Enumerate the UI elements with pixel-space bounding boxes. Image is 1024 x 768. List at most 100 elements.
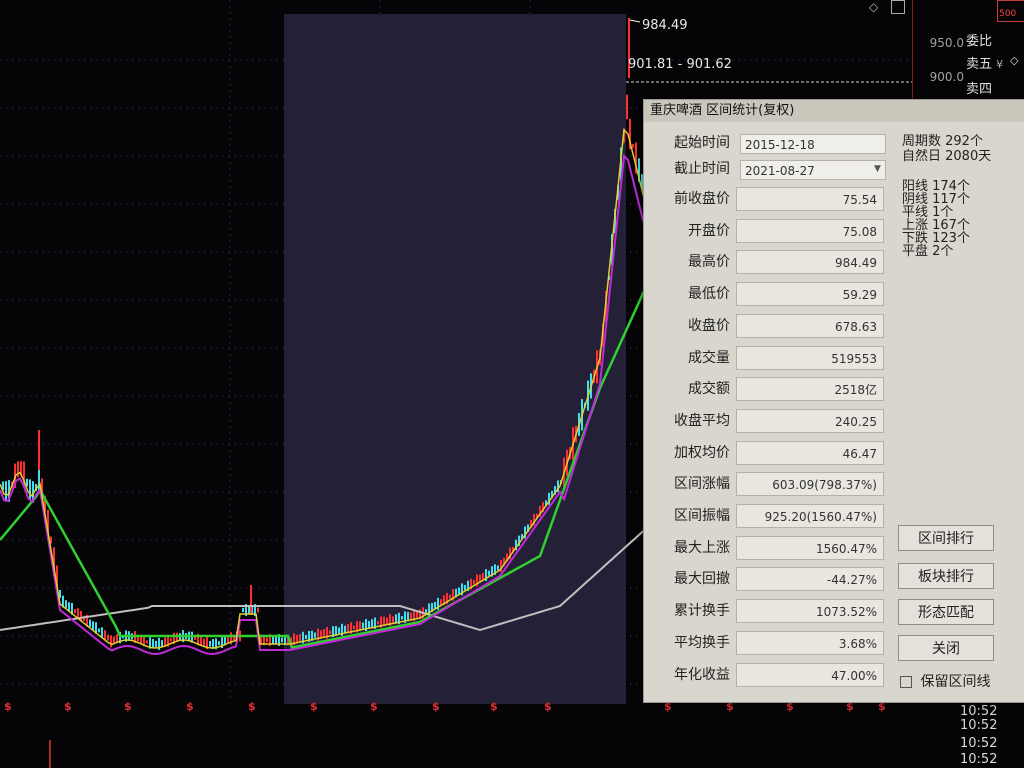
sector-rank-button[interactable]: 板块排行 xyxy=(898,563,994,589)
candle xyxy=(5,481,7,502)
field-label: 成交额 xyxy=(688,381,730,398)
flat-days: 平盘 2个 xyxy=(902,244,954,259)
candle xyxy=(464,584,466,591)
row-label-ask4: 卖四 xyxy=(966,82,993,97)
diamond-icon[interactable]: ◇ xyxy=(869,0,883,14)
field-label: 最高价 xyxy=(688,254,730,271)
period-count: 周期数 292个 xyxy=(902,134,983,149)
field-value: 519553 xyxy=(736,345,884,370)
dropdown-arrow-icon[interactable]: ▼ xyxy=(874,164,881,174)
ask-price-2: 900.0 xyxy=(929,70,964,84)
time-label: 10:52 xyxy=(960,752,998,767)
dialog-title: 重庆啤酒 区间统计(复权) xyxy=(644,100,1024,122)
field-value: 240.25 xyxy=(736,408,884,433)
row-label-ratio: 委比 xyxy=(966,34,993,49)
candle xyxy=(296,634,298,643)
candle xyxy=(203,638,205,646)
candle xyxy=(38,430,40,470)
field-label: 年化收益 xyxy=(674,666,730,683)
candle xyxy=(488,570,490,576)
candle xyxy=(305,634,307,640)
field-label: 开盘价 xyxy=(688,222,730,239)
close-button[interactable]: 关闭 xyxy=(898,635,994,661)
field-label: 区间涨幅 xyxy=(674,476,730,493)
candle xyxy=(29,479,31,501)
interval-selection xyxy=(284,14,626,704)
candle xyxy=(353,625,355,630)
candle xyxy=(314,632,316,638)
candle xyxy=(209,640,211,647)
candle xyxy=(320,630,322,638)
field-label: 平均换手 xyxy=(674,634,730,651)
candle xyxy=(257,607,259,613)
field-value: 1073.52% xyxy=(736,599,884,624)
candle xyxy=(98,628,100,633)
candle xyxy=(107,634,109,641)
field-label: 成交量 xyxy=(688,349,730,366)
candle xyxy=(344,625,346,633)
end-time-field[interactable]: 2021-08-27 xyxy=(740,160,886,180)
volume-bar-marker: $ xyxy=(64,700,72,713)
field-label: 累计换手 xyxy=(674,603,730,620)
volume-bar-marker: $ xyxy=(544,700,552,713)
interval-rank-button[interactable]: 区间排行 xyxy=(898,525,994,551)
field-label: 前收盘价 xyxy=(674,191,730,207)
field-value: 46.47 xyxy=(736,440,884,465)
field-value: 3.68% xyxy=(736,630,884,655)
scroll-up-icon[interactable]: ◇ xyxy=(1010,54,1022,68)
field-value: 59.29 xyxy=(736,282,884,307)
candle xyxy=(416,611,418,618)
checkbox-label: 保留区间线 xyxy=(920,674,991,690)
candle xyxy=(440,599,442,605)
candle xyxy=(392,616,394,623)
candle xyxy=(632,144,634,148)
row-label-ask5: 卖五 xyxy=(966,57,993,72)
window-icon[interactable] xyxy=(891,0,905,14)
field-value: 678.63 xyxy=(736,313,884,338)
volume-bar-marker: $ xyxy=(4,700,12,713)
candle xyxy=(38,466,40,492)
candle xyxy=(410,612,412,620)
checkbox-box[interactable] xyxy=(900,676,912,688)
candle xyxy=(338,627,340,634)
field-value: 603.09(798.37%) xyxy=(736,472,884,497)
candle xyxy=(242,607,244,613)
candle xyxy=(281,637,283,643)
volume-bar-marker: $ xyxy=(490,700,498,713)
keep-interval-line-checkbox[interactable]: 保留区间线 xyxy=(900,671,990,691)
candle xyxy=(74,609,76,614)
field-value: 75.54 xyxy=(736,187,884,211)
quote-badge: 500 xyxy=(997,0,1024,22)
field-value: 75.08 xyxy=(736,218,884,243)
candle xyxy=(110,635,112,648)
candle xyxy=(65,600,67,608)
candle xyxy=(218,641,220,646)
candle xyxy=(386,617,388,625)
candle xyxy=(250,585,252,615)
ask-price-1: 950.0 xyxy=(929,36,964,50)
candle xyxy=(146,640,148,644)
candle xyxy=(170,638,172,642)
field-label: 最大上涨 xyxy=(674,539,730,556)
field-value: 925.20(1560.47%) xyxy=(736,504,884,528)
field-value: 1560.47% xyxy=(736,535,884,560)
candle xyxy=(92,621,94,630)
quote-row-ratio: 委比 xyxy=(966,30,1024,49)
start-time-field[interactable]: 2015-12-18 xyxy=(740,134,886,154)
pattern-match-button[interactable]: 形态匹配 xyxy=(898,599,994,625)
field-label: 收盘平均 xyxy=(674,412,730,429)
badge-text: 500 xyxy=(999,9,1017,19)
volume-bar-marker: $ xyxy=(248,700,256,713)
volume-bar-marker: $ xyxy=(370,700,378,713)
candle xyxy=(362,622,364,629)
start-time-label: 起始时间 xyxy=(674,135,730,151)
interval-stats-dialog: 重庆啤酒 区间统计(复权) 起始时间 2015-12-18 截止时间 2021-… xyxy=(643,99,1024,703)
field-value: 984.49 xyxy=(736,250,884,275)
field-label: 最低价 xyxy=(688,286,730,303)
quote-row-ask4: 卖四 xyxy=(966,78,1024,97)
candle xyxy=(497,565,499,571)
row-suffix: ¥ xyxy=(996,58,1004,71)
end-time-label: 截止时间 xyxy=(674,161,730,177)
candle xyxy=(200,636,202,646)
candle xyxy=(161,640,163,647)
